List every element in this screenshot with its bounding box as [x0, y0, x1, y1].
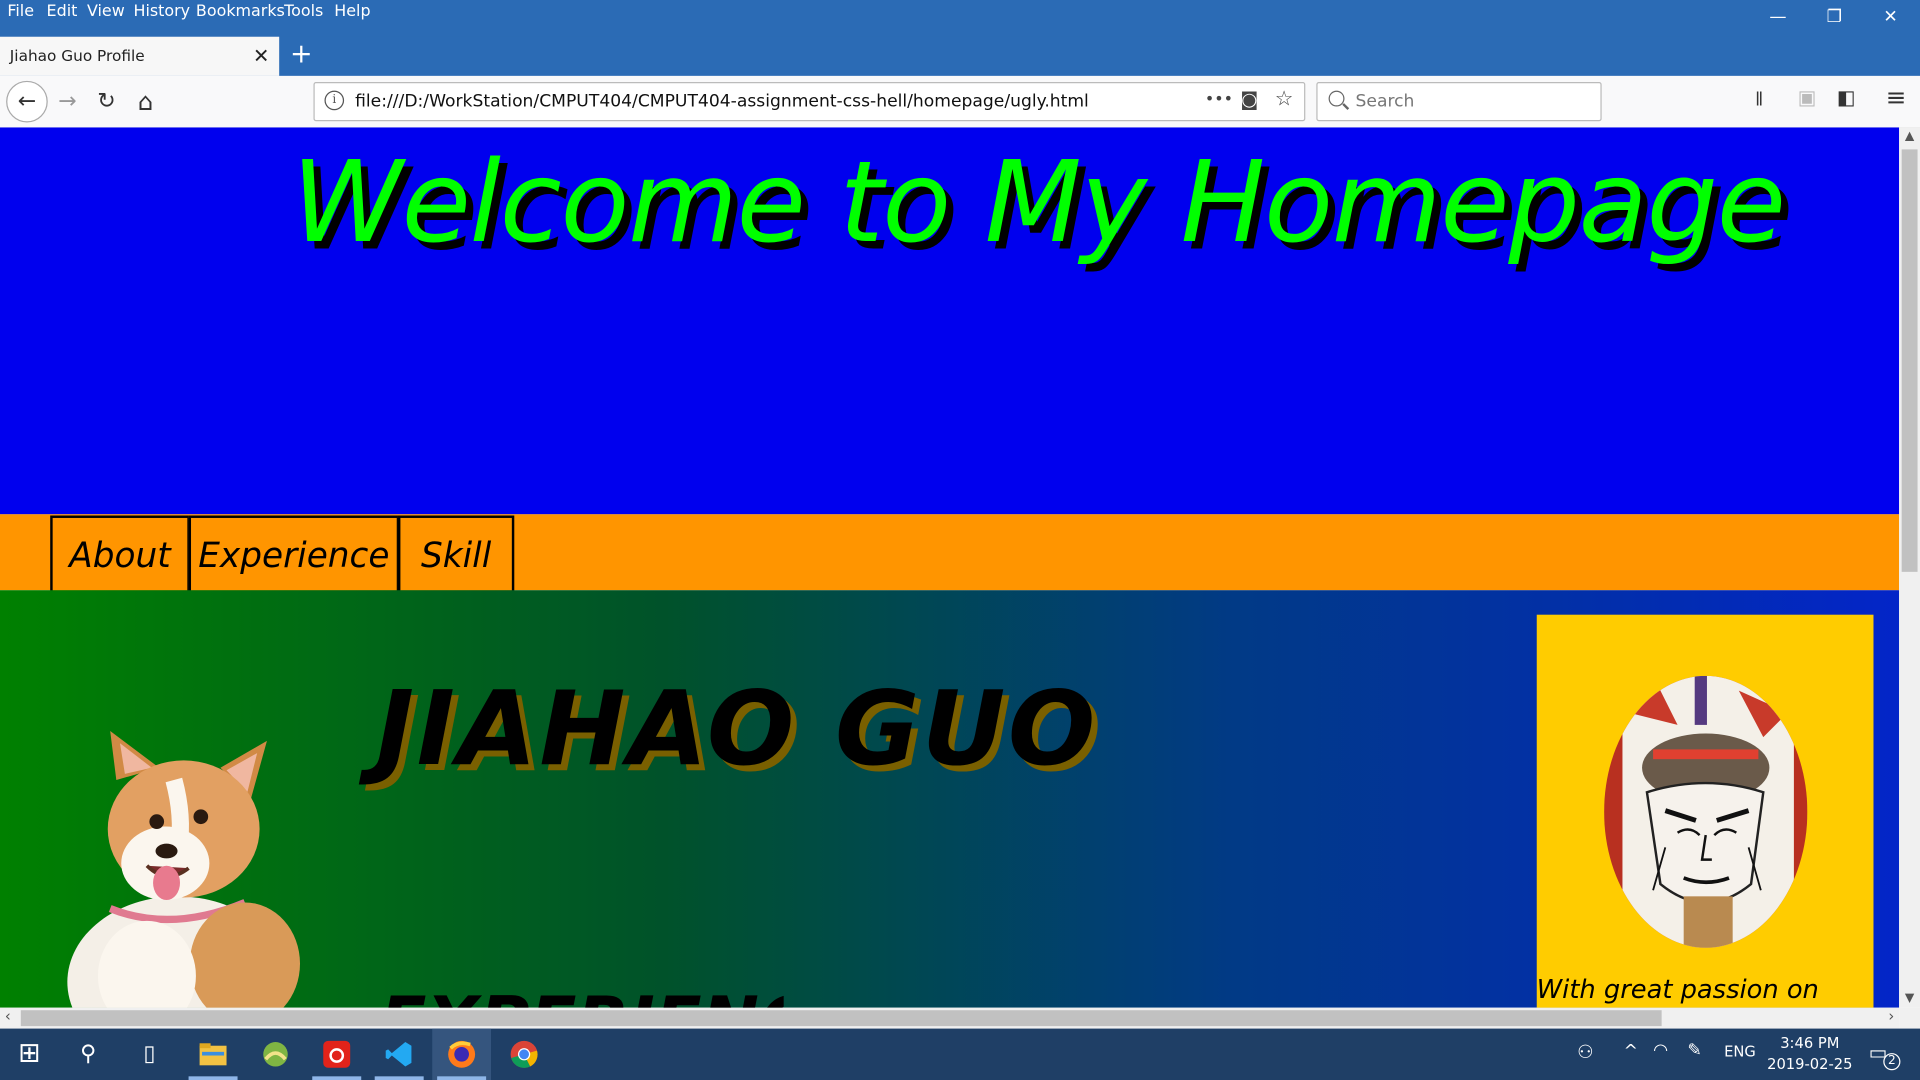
tab-close-icon[interactable]: ✕	[253, 44, 269, 67]
site-info-icon[interactable]: i	[324, 90, 345, 111]
restore-button[interactable]: ❐	[1806, 0, 1862, 37]
navigation-toolbar: ← → ↻ ⌂ i file:///D:/WorkStation/CMPUT40…	[0, 75, 1920, 129]
horizontal-scrollbar[interactable]: ‹ ›	[0, 1007, 1900, 1029]
bookmark-star-icon[interactable]: ☆	[1275, 87, 1294, 111]
tab-title: Jiahao Guo Profile	[9, 46, 145, 65]
notification-count-badge: 2	[1883, 1053, 1901, 1071]
menu-view[interactable]: View	[87, 2, 125, 20]
people-icon[interactable]: ⚇	[1577, 1041, 1593, 1063]
file-explorer-icon[interactable]	[184, 1029, 243, 1080]
scrollbar-corner	[1899, 1007, 1920, 1029]
person-name: JIAHAO GUO	[375, 668, 1098, 789]
library-icon[interactable]: 𝍪	[1756, 86, 1763, 119]
chrome-icon[interactable]	[495, 1029, 554, 1080]
pocket-icon[interactable]: ◙	[1240, 88, 1258, 110]
main-section: JIAHAO GUO EXPERIENCE	[0, 590, 1900, 1008]
nav-about[interactable]: About	[50, 515, 190, 594]
pen-icon[interactable]: ✎	[1687, 1041, 1701, 1061]
page-heading: Welcome to My Homepage	[291, 137, 1786, 269]
scroll-up-arrow-icon[interactable]: ▲	[1899, 130, 1920, 143]
menu-bookmarks[interactable]: Bookmarks	[196, 2, 285, 20]
nav-experience[interactable]: Experience	[188, 515, 400, 594]
vertical-scrollbar[interactable]: ▲ ▼	[1899, 127, 1920, 1008]
scroll-left-arrow-icon[interactable]: ‹	[5, 1008, 11, 1025]
home-button[interactable]: ⌂	[127, 83, 164, 120]
next-section-heading: EXPERIENCE	[380, 989, 784, 1007]
menu-edit[interactable]: Edit	[47, 2, 78, 20]
search-icon	[1328, 90, 1345, 107]
green-app-icon[interactable]	[246, 1029, 305, 1080]
forward-button[interactable]: →	[49, 83, 86, 120]
hero-banner: Welcome to My Homepage	[0, 127, 1900, 515]
tab-jiahao-guo-profile[interactable]: Jiahao Guo Profile ✕	[0, 36, 280, 76]
wifi-icon[interactable]: ◠	[1653, 1041, 1668, 1061]
language-indicator[interactable]: ENG	[1724, 1043, 1756, 1060]
close-window-button[interactable]: ✕	[1862, 0, 1918, 37]
firefox-icon[interactable]	[432, 1028, 492, 1080]
hamburger-menu-icon[interactable]: ≡	[1886, 82, 1907, 111]
search-bar[interactable]: Search	[1316, 82, 1602, 122]
new-tab-button[interactable]: +	[287, 39, 316, 70]
page-viewport: Welcome to My Homepage About Experience …	[0, 127, 1900, 1008]
scroll-down-arrow-icon[interactable]: ▼	[1899, 992, 1920, 1005]
back-button[interactable]: ←	[6, 80, 48, 123]
reload-button[interactable]: ↻	[88, 83, 125, 120]
menu-bar: File Edit View History Bookmarks Tools H…	[0, 0, 1920, 40]
screen: File Edit View History Bookmarks Tools H…	[0, 0, 1920, 1080]
menu-tools[interactable]: Tools	[284, 2, 323, 20]
vscode-icon[interactable]	[370, 1029, 429, 1080]
clock[interactable]: 3:46 PM 2019-02-25	[1761, 1033, 1859, 1075]
tab-strip: Jiahao Guo Profile ✕ +	[0, 36, 1920, 76]
sidebar-icon[interactable]: ◧	[1837, 86, 1856, 109]
start-icon[interactable]: ⊞	[0, 1029, 59, 1080]
corgi-image	[67, 731, 300, 1008]
netease-music-icon[interactable]	[307, 1029, 366, 1080]
profile-description: With great passion on	[1536, 974, 1819, 1005]
url-bar[interactable]: i file:///D:/WorkStation/CMPUT404/CMPUT4…	[313, 82, 1306, 122]
nav-skill[interactable]: Skill	[397, 515, 515, 594]
clock-date: 2019-02-25	[1767, 1055, 1853, 1073]
show-hidden-icons-icon[interactable]: ^	[1624, 1042, 1638, 1062]
search-input[interactable]: Search	[1356, 92, 1415, 112]
horizontal-scroll-thumb[interactable]	[20, 1010, 1662, 1027]
profile-card: With great passion on	[1536, 614, 1874, 1008]
scroll-right-arrow-icon[interactable]: ›	[1888, 1008, 1894, 1025]
extension-icon[interactable]: ▣	[1798, 86, 1817, 109]
page-actions-icon[interactable]: •••	[1205, 91, 1233, 109]
menu-history[interactable]: History	[133, 2, 190, 20]
windows-taskbar: ⊞ ⚲ ▯ ⚇ ^ ◠ ✎ ENG 3:46 PM 2019-02-25 ▭ 2	[0, 1028, 1920, 1080]
next-section-heading-text: EXPERIENCE	[380, 989, 784, 1007]
clock-time: 3:46 PM	[1780, 1034, 1840, 1052]
site-nav: About Experience Skill	[0, 514, 1900, 594]
url-text[interactable]: file:///D:/WorkStation/CMPUT404/CMPUT404…	[355, 92, 1089, 112]
menu-file[interactable]: File	[7, 2, 34, 20]
profile-avatar	[1604, 675, 1808, 948]
vertical-scroll-thumb[interactable]	[1901, 149, 1918, 572]
menu-help[interactable]: Help	[334, 2, 370, 20]
taskbar-search-icon[interactable]: ⚲	[59, 1029, 118, 1080]
minimize-button[interactable]: —	[1750, 0, 1806, 37]
task-view-icon[interactable]: ▯	[120, 1029, 179, 1080]
